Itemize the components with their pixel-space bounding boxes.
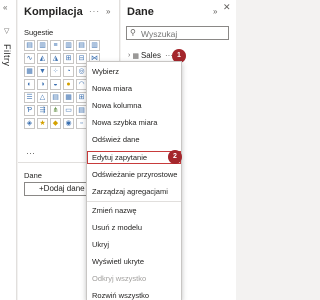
stacked-area-chart-icon[interactable]: ◮ bbox=[50, 53, 61, 64]
menu-item-view-hidden[interactable]: Wyświetl ukryte bbox=[87, 255, 181, 268]
filters-pane: « ▽ Filtry bbox=[0, 0, 17, 300]
search-box[interactable]: ⚲ bbox=[126, 26, 229, 40]
table-icon: ▦ bbox=[132, 52, 139, 60]
clustered-bar-chart-icon[interactable]: ≡ bbox=[50, 40, 61, 51]
arcgis-icon[interactable]: ◉ bbox=[63, 118, 74, 129]
menu-separator bbox=[87, 201, 181, 202]
build-more-icon[interactable]: ··· bbox=[89, 7, 100, 16]
stacked-bar-chart-icon[interactable]: ▤ bbox=[24, 40, 35, 51]
table-name[interactable]: Sales bbox=[141, 51, 161, 60]
python-visual-icon[interactable]: Ƥ bbox=[24, 105, 35, 116]
menu-item-new-measure[interactable]: Nowa miara bbox=[87, 82, 181, 95]
funnel-chart-icon[interactable]: ▼ bbox=[37, 66, 48, 77]
menu-item-rename[interactable]: Zmień nazwę bbox=[87, 204, 181, 217]
table-icon[interactable]: ▦ bbox=[63, 92, 74, 103]
menu-item-new-column[interactable]: Nowa kolumna bbox=[87, 99, 181, 112]
search-icon: ⚲ bbox=[130, 28, 136, 37]
multi-row-card-icon[interactable]: ☰ bbox=[24, 92, 35, 103]
slicer-icon[interactable]: ▤ bbox=[50, 92, 61, 103]
menu-item-manage-aggregations[interactable]: Zarządzaj agregacjami bbox=[87, 185, 181, 198]
build-expand-icon[interactable]: » bbox=[106, 7, 111, 16]
menu-item-new-quick-measure[interactable]: Nowa szybka miara bbox=[87, 116, 181, 129]
menu-item-delete-from-model[interactable]: Usuń z modelu bbox=[87, 221, 181, 234]
expand-filters-icon[interactable]: « bbox=[3, 3, 7, 12]
decomposition-tree-icon[interactable]: ⋔ bbox=[50, 105, 61, 116]
shape-map-icon[interactable]: ◒ bbox=[50, 79, 61, 90]
qa-icon[interactable]: ▭ bbox=[63, 105, 74, 116]
clustered-column-chart-icon[interactable]: ▥ bbox=[63, 40, 74, 51]
menu-item-select[interactable]: Wybierz bbox=[87, 65, 181, 78]
suggestions-label: Sugestie bbox=[24, 28, 54, 37]
menu-item-hide[interactable]: Ukryj bbox=[87, 238, 181, 251]
search-input[interactable] bbox=[141, 28, 227, 39]
filled-map-icon[interactable]: ◑ bbox=[37, 79, 48, 90]
area-chart-icon[interactable]: ◭ bbox=[37, 53, 48, 64]
data-pane-title: Dane bbox=[127, 6, 154, 18]
azure-map-icon[interactable]: ● bbox=[63, 79, 74, 90]
chevron-right-icon[interactable]: › bbox=[128, 52, 130, 59]
power-apps-icon[interactable]: ◈ bbox=[24, 118, 35, 129]
data-expand-icon[interactable]: » bbox=[213, 7, 218, 16]
metrics-icon[interactable]: ◆ bbox=[50, 118, 61, 129]
data-section-label: Dane bbox=[24, 171, 42, 180]
filter-icon: ▽ bbox=[4, 28, 10, 35]
menu-item-unhide-all: Odkryj wszystko bbox=[92, 274, 147, 283]
line-chart-icon[interactable]: ∿ bbox=[24, 53, 35, 64]
menu-item-refresh-data[interactable]: Odśwież dane bbox=[87, 133, 181, 146]
table-row-sales[interactable]: › ▦ Sales ··· bbox=[128, 51, 173, 60]
menu-item-incremental-refresh[interactable]: Odświeżanie przyrostowe bbox=[87, 168, 181, 181]
line-column-chart-icon[interactable]: ⊞ bbox=[63, 53, 74, 64]
more-visuals-icon[interactable]: ··· bbox=[26, 148, 35, 158]
context-menu: Wybierz Nowa miara Nowa kolumna Nowa szy… bbox=[86, 61, 182, 300]
right-edge bbox=[230, 0, 236, 300]
map-icon[interactable]: ◐ bbox=[24, 79, 35, 90]
step-badge-2: 2 bbox=[168, 150, 182, 164]
key-influencers-icon[interactable]: ⇶ bbox=[37, 105, 48, 116]
menu-item-expand-all[interactable]: Rozwiń wszystko bbox=[87, 292, 181, 300]
scatter-chart-icon[interactable]: ⁘ bbox=[50, 66, 61, 77]
kpi-icon[interactable]: △ bbox=[37, 92, 48, 103]
filters-label[interactable]: Filtry bbox=[2, 44, 12, 67]
column-100-chart-icon[interactable]: ▥ bbox=[89, 40, 100, 51]
build-pane-title: Kompilacja bbox=[24, 6, 83, 18]
power-automate-icon[interactable]: ★ bbox=[37, 118, 48, 129]
stacked-column-chart-icon[interactable]: ▥ bbox=[37, 40, 48, 51]
pie-chart-icon[interactable]: ◔ bbox=[63, 66, 74, 77]
waterfall-chart-icon[interactable]: ▦ bbox=[24, 66, 35, 77]
bar-100-chart-icon[interactable]: ▤ bbox=[76, 40, 87, 51]
menu-item-edit-query[interactable]: Edytuj zapytanie bbox=[87, 151, 181, 164]
